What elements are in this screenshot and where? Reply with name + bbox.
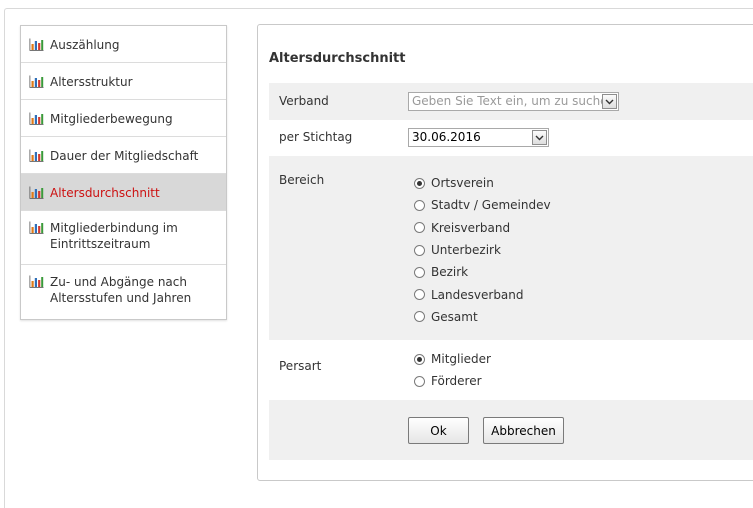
radio-button-checked[interactable] — [414, 177, 425, 189]
bereich-option-bezirk[interactable]: Bezirk — [414, 261, 551, 283]
radio-button[interactable] — [414, 311, 425, 323]
report-form-panel: Altersdurchschnitt Verband Geben Sie Tex… — [257, 24, 753, 481]
verband-row: Verband Geben Sie Text ein, um zu suchen — [269, 83, 753, 120]
nav-item-auszaehlung[interactable]: Auszählung — [21, 26, 226, 63]
page-title: Altersdurchschnitt — [269, 51, 406, 66]
button-row: Ok Abbrechen — [269, 400, 753, 460]
verband-placeholder: Geben Sie Text ein, um zu suchen — [412, 94, 616, 108]
bereich-option-ortsverein[interactable]: Ortsverein — [414, 172, 551, 194]
bar-chart-icon — [29, 149, 44, 162]
nav-item-altersdurchschnitt[interactable]: Altersdurchschnitt — [21, 174, 226, 211]
nav-label: Dauer der Mitgliedschaft — [50, 149, 199, 163]
bar-chart-icon — [29, 221, 44, 234]
bereich-label: Bereich — [279, 173, 325, 187]
persart-label: Persart — [279, 359, 322, 373]
bereich-option-stadtv-gemeindev[interactable]: Stadtv / Gemeindev — [414, 194, 551, 216]
bar-chart-icon — [29, 186, 44, 199]
radio-button[interactable] — [414, 289, 425, 301]
radio-label: Landesverband — [431, 287, 524, 302]
ok-button[interactable]: Ok — [408, 417, 469, 444]
chevron-down-icon — [535, 135, 544, 140]
persart-option-mitglieder[interactable]: Mitglieder — [414, 348, 491, 370]
bereich-radio-group: Ortsverein Stadtv / Gemeindev Kreisverba… — [414, 172, 551, 328]
bereich-option-gesamt[interactable]: Gesamt — [414, 306, 551, 328]
bar-chart-icon — [29, 75, 44, 88]
nav-item-mitgliederbewegung[interactable]: Mitgliederbewegung — [21, 100, 226, 137]
cancel-button[interactable]: Abbrechen — [483, 417, 564, 444]
nav-item-altersstruktur[interactable]: Altersstruktur — [21, 63, 226, 100]
nav-label: Auszählung — [50, 38, 120, 52]
radio-label: Kreisverband — [431, 220, 511, 235]
bereich-row: Bereich Ortsverein Stadtv / Gemeindev Kr… — [269, 156, 753, 340]
radio-button[interactable] — [414, 222, 425, 234]
nav-label: Mitgliederbewegung — [50, 112, 173, 126]
nav-item-dauer-der-mitgliedschaft[interactable]: Dauer der Mitgliedschaft — [21, 137, 226, 174]
chevron-down-icon — [605, 99, 614, 104]
bar-chart-icon — [29, 112, 44, 125]
persart-option-foerderer[interactable]: Förderer — [414, 370, 491, 392]
radio-label: Ortsverein — [431, 176, 494, 191]
bereich-option-kreisverband[interactable]: Kreisverband — [414, 217, 551, 239]
radio-button[interactable] — [414, 244, 425, 256]
stichtag-select[interactable]: 30.06.2016 — [408, 128, 549, 147]
radio-label: Bezirk — [431, 265, 469, 280]
radio-label: Mitglieder — [431, 352, 491, 367]
radio-label: Förderer — [431, 374, 482, 389]
radio-button-checked[interactable] — [414, 353, 425, 365]
stichtag-label: per Stichtag — [279, 130, 353, 144]
verband-dropdown-button[interactable] — [602, 94, 617, 109]
verband-combobox[interactable]: Geben Sie Text ein, um zu suchen — [408, 92, 619, 111]
bereich-option-unterbezirk[interactable]: Unterbezirk — [414, 239, 551, 261]
stichtag-dropdown-button[interactable] — [532, 130, 547, 145]
persart-row: Persart Mitglieder Förderer — [269, 340, 753, 400]
bereich-option-landesverband[interactable]: Landesverband — [414, 283, 551, 305]
stichtag-value: 30.06.2016 — [412, 130, 481, 144]
report-sidebar: Auszählung Altersstruktur Mitgliederbewe… — [20, 25, 227, 320]
radio-button[interactable] — [414, 199, 425, 211]
nav-item-mitgliederbindung[interactable]: Mitgliederbindung im Eintrittszeitraum — [21, 211, 226, 265]
persart-radio-group: Mitglieder Förderer — [414, 348, 491, 393]
nav-item-zu-und-abgaenge[interactable]: Zu- und Abgänge nach Altersstufen und Ja… — [21, 265, 226, 319]
radio-label: Stadtv / Gemeindev — [431, 198, 551, 213]
bar-chart-icon — [29, 38, 44, 51]
verband-label: Verband — [279, 94, 329, 108]
stichtag-row: per Stichtag 30.06.2016 — [269, 120, 753, 155]
nav-label: Altersdurchschnitt — [50, 186, 160, 200]
nav-label: Altersstruktur — [50, 75, 133, 89]
radio-label: Unterbezirk — [431, 243, 501, 258]
radio-button[interactable] — [414, 375, 425, 387]
bar-chart-icon — [29, 275, 44, 288]
nav-label: Zu- und Abgänge nach Altersstufen und Ja… — [50, 275, 192, 305]
radio-button[interactable] — [414, 266, 425, 278]
radio-label: Gesamt — [431, 309, 478, 324]
nav-label: Mitgliederbindung im Eintrittszeitraum — [50, 221, 178, 251]
